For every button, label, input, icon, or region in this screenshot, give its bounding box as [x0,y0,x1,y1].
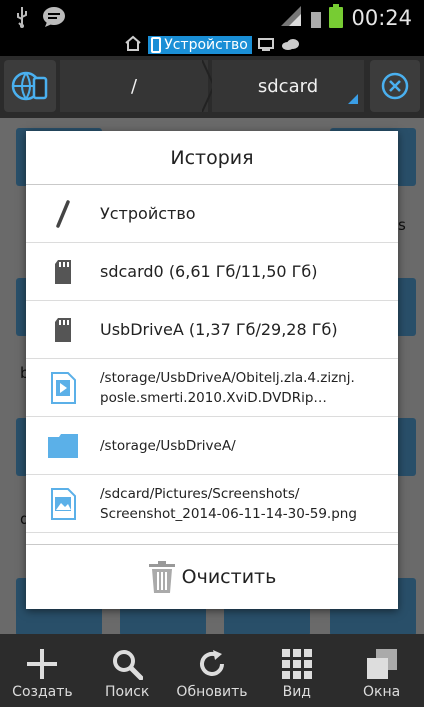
clear-history-label: Очистить [181,566,277,588]
windows-icon [366,649,397,679]
dialog-title: История [26,131,398,185]
history-item-line2: posle.smerti.2010.XviD.DVDRip… [100,389,327,406]
plus-icon [27,649,58,679]
history-item-video[interactable]: /storage/UsbDriveA/Obitelj.zla.4.ziznj. … [26,359,398,417]
search-icon [113,650,144,680]
location-device[interactable]: Устройство [148,36,252,54]
search-button[interactable]: Поиск [85,634,170,707]
bottom-toolbar: Создать Поиск Обновить Вид Окна [0,634,424,707]
history-item-screenshot[interactable]: /sdcard/Pictures/Screenshots/ Screenshot… [26,475,398,533]
view-button[interactable]: Вид [254,634,339,707]
close-tab-button[interactable] [370,60,420,112]
history-item-usbdrive[interactable]: UsbDriveA (1,37 Гб/29,28 Гб) [26,301,398,359]
globe-device-icon [11,71,48,101]
close-circle-icon [381,72,409,100]
clock: 00:24 [351,6,412,30]
grid-view-icon [281,649,312,679]
sdcard-icon [55,259,71,284]
dropdown-corner-icon [348,94,358,104]
history-item-sdcard0[interactable]: sdcard0 (6,61 Гб/11,50 Гб) [26,243,398,301]
windows-button[interactable]: Окна [339,634,424,707]
history-item-device[interactable]: Устройство [26,185,398,243]
path-segment-sdcard[interactable]: sdcard [212,60,364,112]
device-switch-button[interactable] [4,60,56,112]
address-bar: / sdcard [0,56,424,118]
folder-icon [48,433,78,458]
path-segment-root[interactable]: / [60,60,208,112]
refresh-button[interactable]: Обновить [170,634,255,707]
slash-icon [56,199,70,228]
signal-icon [311,4,322,32]
history-item-folder[interactable]: /storage/UsbDriveA/ [26,417,398,475]
history-item-line1: /storage/UsbDriveA/Obitelj.zla.4.ziznj. [100,369,355,386]
history-item-line1: /sdcard/Pictures/Screenshots/ [100,485,300,502]
chat-icon [42,6,66,32]
history-dialog: История Устройство sdcard0 (6,61 Гб/11,5… [26,131,398,609]
usb-icon [14,6,30,32]
clear-history-button[interactable]: Очистить [26,544,398,609]
location-strip: Устройство [0,34,424,56]
storage-icon[interactable] [257,36,274,55]
history-item-line2: Screenshot_2014-06-11-14-30-59.png [100,505,357,522]
video-file-icon [51,371,76,404]
home-icon[interactable] [124,35,142,55]
sdcard-icon [55,317,71,342]
refresh-icon [200,650,224,676]
status-bar: 00:24 [0,0,424,34]
wifi-signal-icon [279,4,303,32]
location-device-label: Устройство [164,37,248,53]
battery-icon [329,4,344,32]
cloud-icon[interactable] [280,36,300,55]
phone-icon [151,37,162,53]
image-file-icon [51,487,76,520]
create-button[interactable]: Создать [0,634,85,707]
trash-icon [148,561,175,593]
